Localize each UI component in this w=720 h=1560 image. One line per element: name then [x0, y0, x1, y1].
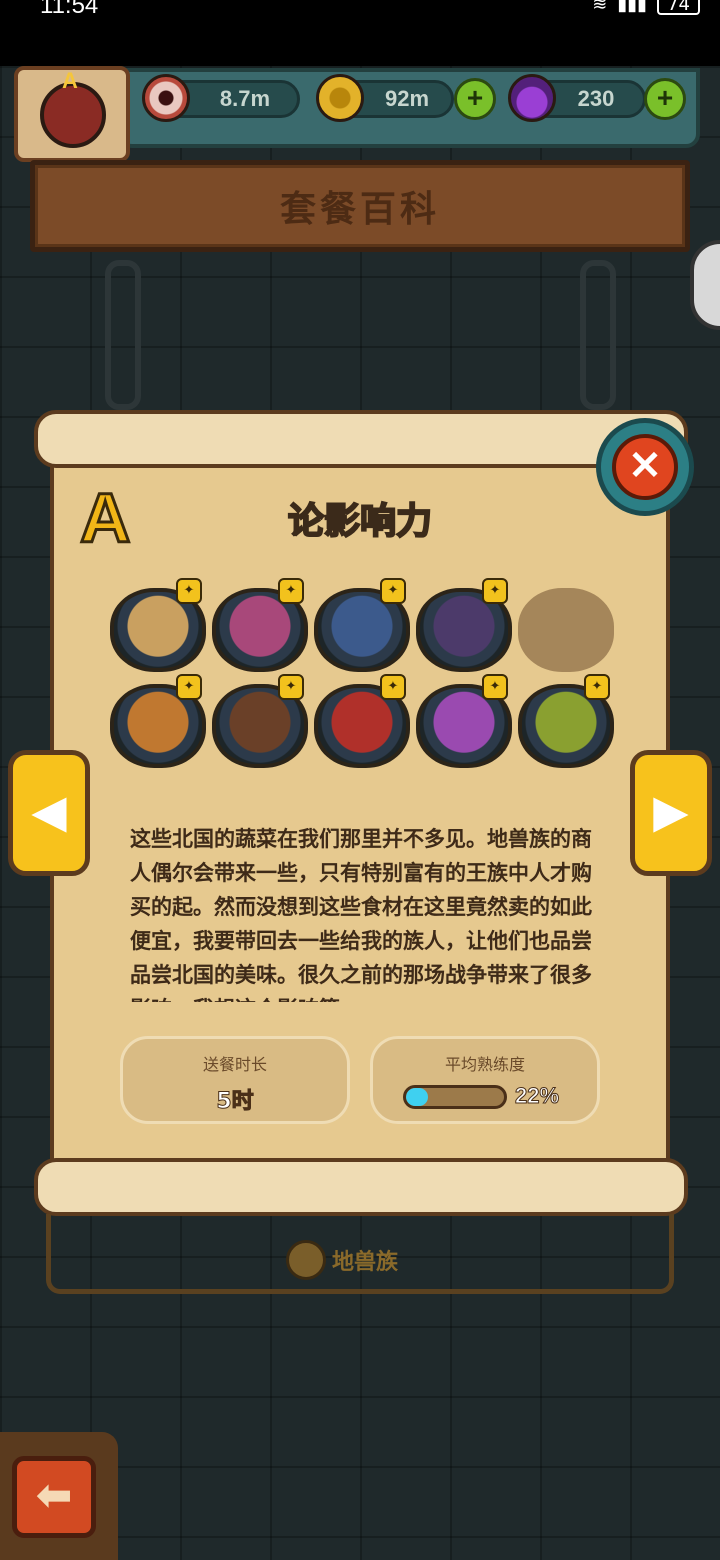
status-time: 11:54 [40, 0, 99, 19]
crown-badge-icon: ✦ [584, 674, 610, 700]
crown-badge-icon: ✦ [278, 674, 304, 700]
proficiency-label: 平均熟练度 [444, 1055, 525, 1074]
crown-badge-icon: ✦ [380, 674, 406, 700]
player-avatar[interactable]: A [14, 66, 130, 162]
avatar-grade: A [62, 68, 78, 93]
prev-button[interactable]: ◀ [8, 750, 90, 876]
chain-right [580, 260, 616, 410]
crown-badge-icon: ✦ [278, 578, 304, 604]
crown-badge-icon: ✦ [380, 578, 406, 604]
proficiency-percent: 22% [514, 1083, 560, 1109]
delivery-time-label: 送餐时长 [202, 1055, 267, 1074]
proficiency-box: 平均熟练度 22% [370, 1036, 600, 1124]
side-character-icon[interactable] [690, 240, 720, 330]
earth-beast-race-icon [286, 1240, 326, 1280]
coin-icon [316, 74, 364, 122]
close-button[interactable]: ✕ [612, 434, 678, 500]
grade-badge: A [79, 478, 133, 559]
add-potions-button[interactable]: + [644, 78, 686, 120]
scroll-bottom-roll [34, 1158, 688, 1216]
crown-badge-icon: ✦ [482, 578, 508, 604]
signal-icon: ▮▮▮ [617, 0, 648, 15]
potion-icon [508, 74, 556, 122]
set-title: 论影响力 [287, 500, 433, 543]
wifi-icon: ≋ [592, 0, 608, 15]
crown-badge-icon: ✦ [482, 674, 508, 700]
status-bar: 11:54 ≋ ▮▮▮ 74 [0, 0, 720, 66]
scroll-top-roll [34, 410, 688, 468]
title-board: 套餐百科 [30, 160, 690, 252]
status-icons: ≋ ▮▮▮ 74 [592, 0, 700, 15]
eyeball-icon [142, 74, 190, 122]
lore-description[interactable]: 这些北国的蔬菜在我们那里并不多见。地兽族的商人偶尔会带来一些，只有特别富有的王族… [130, 822, 592, 1002]
back-button[interactable]: ⬅ [12, 1456, 96, 1538]
battery-icon: 74 [657, 0, 700, 15]
add-coins-button[interactable]: + [454, 78, 496, 120]
proficiency-progress-bar [403, 1085, 507, 1109]
crown-badge-icon: ✦ [176, 674, 202, 700]
locked-dish-icon[interactable] [518, 588, 614, 672]
next-button[interactable]: ▶ [630, 750, 712, 876]
page-title: 套餐百科 [279, 189, 440, 230]
race-label: 地兽族 [332, 1250, 399, 1275]
chain-left [105, 260, 141, 410]
delivery-time-box: 送餐时长 5时 [120, 1036, 350, 1124]
race-tab[interactable]: 地兽族 [286, 1240, 398, 1280]
proficiency-progress-fill [406, 1088, 428, 1106]
delivery-time-value: 5时 [216, 1089, 254, 1115]
crown-badge-icon: ✦ [176, 578, 202, 604]
